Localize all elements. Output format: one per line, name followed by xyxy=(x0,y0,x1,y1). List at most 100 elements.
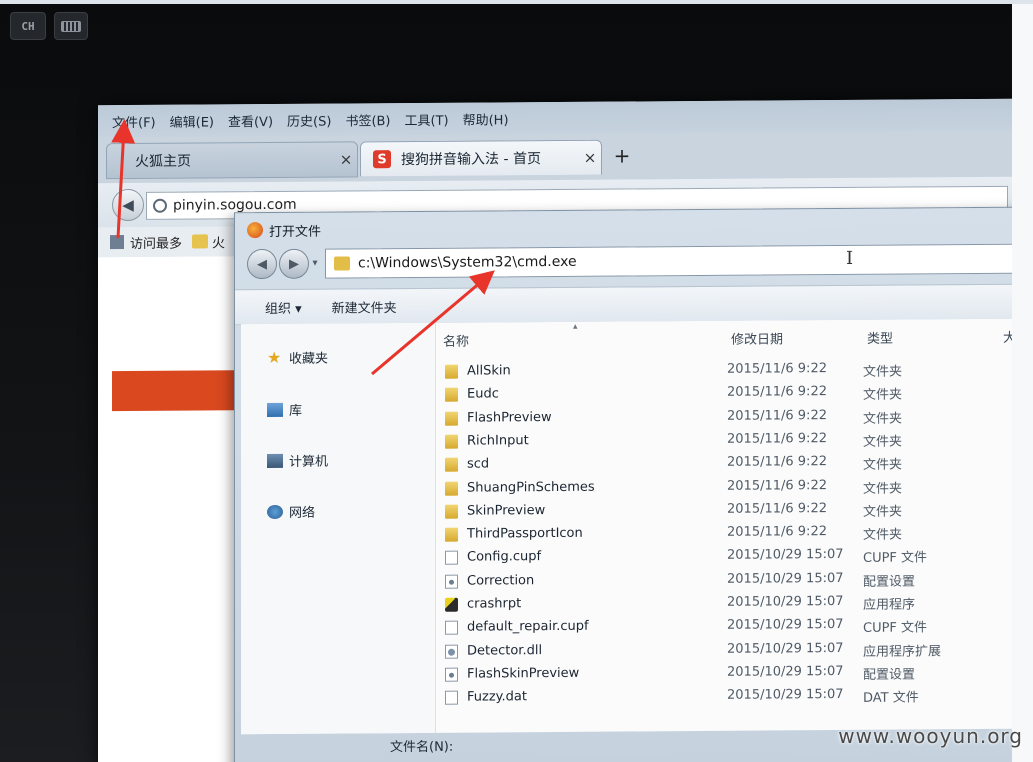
file-type: 配置设置 xyxy=(863,574,916,590)
file-date: 2015/10/29 15:07 xyxy=(727,640,844,657)
open-file-dialog: 打开文件 ◀ ▶ ▾ c:\Windows\System32\cmd.exe I… xyxy=(234,206,1012,762)
monitor-photo: CH 文件(F) 编辑(E) 查看(V) 历史(S) 书签(B) 工具(T) 帮… xyxy=(0,4,1012,762)
dialog-title: 打开文件 xyxy=(247,219,321,242)
folder-icon xyxy=(192,234,209,249)
page-right-margin xyxy=(1012,4,1033,762)
sidebar-item-label: 库 xyxy=(289,403,303,419)
path-text: c:\Windows\System32\cmd.exe xyxy=(358,253,577,272)
sort-caret-icon: ▴ xyxy=(573,321,578,332)
file-list: ▴ 名称 修改日期 类型 大 AllSkin 2015/11/6 9:22 文件夹 E… xyxy=(437,319,1012,733)
file-date: 2015/11/6 9:22 xyxy=(727,430,827,447)
file-row[interactable]: Fuzzy.dat 2015/10/29 15:07 DAT 文件 xyxy=(437,683,1012,710)
folder-icon xyxy=(334,256,350,271)
file-name: Correction xyxy=(467,572,535,589)
menu-bar: 文件(F) 编辑(E) 查看(V) 历史(S) 书签(B) 工具(T) 帮助(H… xyxy=(98,98,1012,138)
file-type: 应用程序扩展 xyxy=(863,643,942,660)
history-dropdown-icon[interactable]: ▾ xyxy=(309,249,321,277)
bookmark-most-visited[interactable]: 访问最多 xyxy=(130,232,182,251)
watermark: www.wooyun.org xyxy=(838,724,1023,748)
dll-file-icon xyxy=(445,644,458,659)
file-type: CUPF 文件 xyxy=(863,550,928,567)
menu-file[interactable]: 文件(F) xyxy=(112,111,156,130)
folder-icon xyxy=(445,481,458,496)
sogou-logo-icon: S xyxy=(373,150,391,169)
file-type: DAT 文件 xyxy=(863,690,919,707)
text-cursor-icon: I xyxy=(846,247,854,269)
folder-icon xyxy=(445,364,458,379)
file-name: FlashSkinPreview xyxy=(467,665,580,682)
input-language-indicator[interactable]: CH xyxy=(10,12,46,40)
most-visited-icon xyxy=(110,235,124,250)
menu-view[interactable]: 查看(V) xyxy=(228,110,273,129)
file-type: 文件夹 xyxy=(863,411,903,427)
file-date: 2015/11/6 9:22 xyxy=(727,500,827,517)
file-name: ShuangPinSchemes xyxy=(467,479,595,496)
tab-sogou-pinyin[interactable]: S 搜狗拼音输入法 - 首页 × xyxy=(360,139,602,177)
sidebar-item-computer[interactable]: 计算机 xyxy=(267,451,328,470)
close-icon[interactable]: × xyxy=(579,149,601,167)
folder-icon xyxy=(445,387,458,403)
keyboard-icon[interactable] xyxy=(54,12,88,40)
file-name: RichInput xyxy=(467,433,529,449)
file-date: 2015/10/29 15:07 xyxy=(727,687,844,703)
dialog-forward-button[interactable]: ▶ xyxy=(279,248,309,279)
file-date: 2015/11/6 9:22 xyxy=(727,407,827,424)
file-name: Config.cupf xyxy=(467,549,542,566)
menu-bookmarks[interactable]: 书签(B) xyxy=(345,110,390,129)
file-date: 2015/10/29 15:07 xyxy=(727,570,844,587)
folder-icon xyxy=(445,457,458,472)
sidebar-item-libraries[interactable]: 库 xyxy=(267,400,302,419)
file-date: 2015/11/6 9:22 xyxy=(727,384,827,401)
tab-label: 火狐主页 xyxy=(135,153,191,170)
sidebar-item-label: 收藏夹 xyxy=(289,351,329,367)
application-icon xyxy=(445,597,458,612)
file-type: CUPF 文件 xyxy=(863,620,928,637)
menu-help[interactable]: 帮助(H) xyxy=(463,109,509,128)
column-header-size[interactable]: 大 xyxy=(1003,327,1012,346)
path-input[interactable]: c:\Windows\System32\cmd.exe I xyxy=(325,243,1012,279)
column-header-type[interactable]: 类型 xyxy=(867,328,893,347)
firefox-icon xyxy=(247,222,263,239)
sidebar-item-label: 网络 xyxy=(289,505,316,521)
bookmark-firefox[interactable]: 火 xyxy=(212,232,225,251)
new-folder-button[interactable]: 新建文件夹 xyxy=(332,297,397,316)
column-header-name[interactable]: 名称 xyxy=(443,331,469,350)
file-type: 文件夹 xyxy=(863,387,903,404)
file-name: default_repair.cupf xyxy=(467,619,589,635)
file-date: 2015/11/6 9:22 xyxy=(727,524,827,540)
file-name: Fuzzy.dat xyxy=(467,689,527,705)
computer-icon xyxy=(267,453,283,468)
file-name: Detector.dll xyxy=(467,642,543,659)
folder-icon xyxy=(445,504,458,519)
close-icon[interactable]: × xyxy=(335,150,357,168)
new-tab-button[interactable]: + xyxy=(610,143,634,169)
file-date: 2015/11/6 9:22 xyxy=(727,361,827,377)
file-name: crashrpt xyxy=(467,596,522,612)
organize-button[interactable]: 组织 ▾ xyxy=(265,297,302,316)
menu-edit[interactable]: 编辑(E) xyxy=(170,111,214,130)
file-type: 文件夹 xyxy=(863,434,903,450)
file-name: Eudc xyxy=(467,386,499,402)
menu-history[interactable]: 历史(S) xyxy=(287,110,331,129)
file-name: SkinPreview xyxy=(467,502,546,519)
firefox-window: 文件(F) 编辑(E) 查看(V) 历史(S) 书签(B) 工具(T) 帮助(H… xyxy=(98,98,1012,762)
dialog-title-text: 打开文件 xyxy=(269,224,322,240)
dialog-body: ★ 收藏夹 库 计算机 网络 ▴ 名称 修改日期 类型 大 AllSkin 20… xyxy=(241,318,1012,735)
tab-firefox-home[interactable]: 火狐主页 × xyxy=(106,141,358,180)
sidebar-item-favorites[interactable]: ★ 收藏夹 xyxy=(267,348,328,367)
file-name: FlashPreview xyxy=(467,409,552,426)
file-date: 2015/10/29 15:07 xyxy=(727,547,844,564)
dialog-back-button[interactable]: ◀ xyxy=(247,248,277,280)
menu-tools[interactable]: 工具(T) xyxy=(405,109,449,128)
arrow-left-icon: ◀ xyxy=(122,195,134,215)
folder-icon xyxy=(445,411,458,426)
file-icon xyxy=(445,690,458,705)
back-button[interactable]: ◀ xyxy=(112,188,144,222)
file-date: 2015/11/6 9:22 xyxy=(727,477,827,494)
network-icon xyxy=(267,504,283,519)
tab-label: 搜狗拼音输入法 - 首页 xyxy=(401,151,541,169)
file-date: 2015/10/29 15:07 xyxy=(727,593,844,610)
column-header-date[interactable]: 修改日期 xyxy=(731,328,783,347)
folder-icon xyxy=(445,527,458,542)
sidebar-item-network[interactable]: 网络 xyxy=(267,502,315,521)
